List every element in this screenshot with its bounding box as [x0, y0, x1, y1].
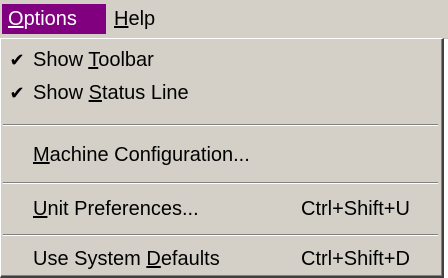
menu-item-use-system-defaults-label: Use System Defaults	[33, 243, 220, 275]
label-prefix: Use System	[33, 248, 147, 270]
checkmark-icon: ✔	[9, 83, 25, 103]
menu-options-accel: O	[8, 8, 24, 30]
options-dropdown-menu: ✔ Show Toolbar ✔ Show Status Line Machin…	[0, 38, 444, 278]
menu-options[interactable]: Options	[2, 4, 106, 34]
menu-help-accel: H	[114, 8, 129, 30]
label-suffix: nit Preferences...	[47, 198, 199, 220]
menu-separator	[3, 182, 438, 184]
menu-help[interactable]: Help	[108, 4, 182, 34]
label-suffix: tatus Line	[101, 82, 189, 104]
label-prefix: Show	[33, 49, 89, 71]
menu-item-machine-configuration[interactable]: Machine Configuration...	[1, 139, 440, 171]
label-accel: T	[88, 49, 99, 71]
label-accel: U	[33, 198, 48, 220]
label-accel: S	[88, 82, 102, 104]
label-suffix: oolbar	[98, 49, 154, 71]
menu-item-machine-configuration-label: Machine Configuration...	[33, 139, 250, 171]
label-accel: M	[33, 144, 50, 166]
label-suffix: achine Configuration...	[49, 144, 250, 166]
menu-bar: Options Help	[0, 0, 448, 39]
menu-item-unit-preferences-shortcut: Ctrl+Shift+U	[301, 198, 410, 220]
menu-separator	[3, 124, 438, 126]
menu-item-show-toolbar[interactable]: ✔ Show Toolbar	[1, 44, 440, 76]
menu-item-show-status-line-label: Show Status Line	[33, 77, 189, 109]
menu-help-label: elp	[128, 8, 156, 30]
menu-item-show-toolbar-label: Show Toolbar	[33, 44, 154, 76]
label-accel: D	[146, 248, 161, 270]
menu-item-use-system-defaults[interactable]: Use System Defaults Ctrl+Shift+D	[1, 243, 440, 275]
menu-separator	[3, 234, 438, 236]
label-suffix: efaults	[160, 248, 220, 270]
menu-item-use-system-defaults-shortcut: Ctrl+Shift+D	[301, 248, 410, 270]
label-prefix: Show	[33, 82, 89, 104]
checkmark-icon: ✔	[9, 50, 25, 70]
menu-item-unit-preferences[interactable]: Unit Preferences... Ctrl+Shift+U	[1, 193, 440, 225]
menu-options-label: ptions	[23, 8, 77, 30]
menu-item-unit-preferences-label: Unit Preferences...	[33, 193, 199, 225]
menu-item-show-status-line[interactable]: ✔ Show Status Line	[1, 77, 440, 109]
